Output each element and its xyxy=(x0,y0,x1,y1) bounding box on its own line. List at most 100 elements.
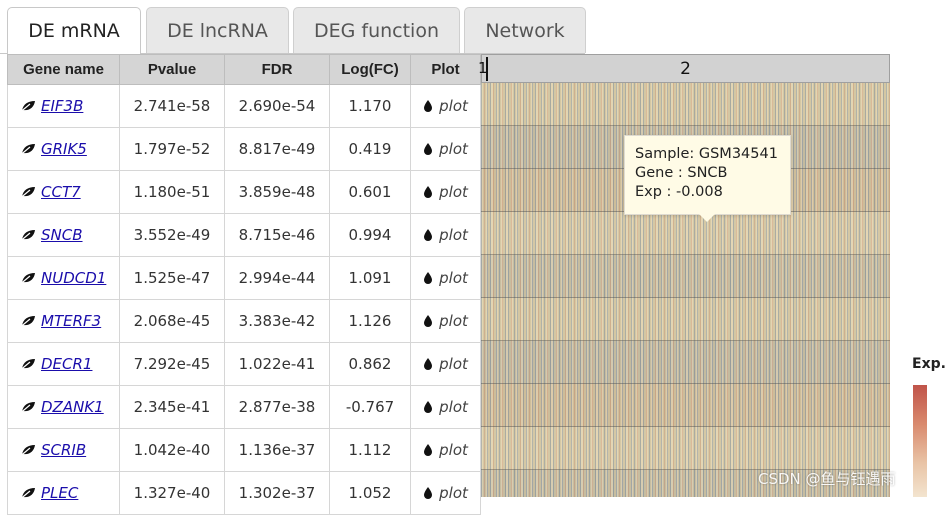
gene-cell: SNCB xyxy=(7,213,120,257)
gene-cell: NUDCD1 xyxy=(7,256,120,300)
droplet-icon xyxy=(423,313,433,327)
heatmap-row-band[interactable] xyxy=(481,384,890,427)
table-row: SCRIB 1.042e-40 1.136e-37 1.112 plot xyxy=(7,428,481,472)
heatmap-row-band[interactable] xyxy=(481,298,890,341)
leaf-icon xyxy=(20,485,36,499)
plot-cell[interactable]: plot xyxy=(410,170,481,214)
plot-cell[interactable]: plot xyxy=(410,256,481,300)
table-header-row: Gene name Pvalue FDR Log(FC) Plot xyxy=(7,54,481,85)
plot-cell[interactable]: plot xyxy=(410,471,481,515)
plot-cell[interactable]: plot xyxy=(410,127,481,171)
logfc-cell: 1.112 xyxy=(329,428,411,472)
logfc-cell: 1.170 xyxy=(329,84,411,128)
pvalue-cell: 2.068e-45 xyxy=(119,299,225,343)
plot-link[interactable]: plot xyxy=(439,355,468,373)
leaf-icon xyxy=(20,399,36,413)
fdr-cell: 2.690e-54 xyxy=(224,84,330,128)
plot-cell[interactable]: plot xyxy=(410,299,481,343)
gene-cell: CCT7 xyxy=(7,170,120,214)
gene-link[interactable]: SCRIB xyxy=(41,441,86,459)
droplet-icon xyxy=(423,356,433,370)
plot-cell[interactable]: plot xyxy=(410,213,481,257)
gene-link[interactable]: CCT7 xyxy=(41,183,81,201)
tooltip-sample: Sample: GSM34541 xyxy=(635,146,778,162)
pvalue-cell: 1.327e-40 xyxy=(119,471,225,515)
gene-cell: GRIK5 xyxy=(7,127,120,171)
tab-network[interactable]: Network xyxy=(464,7,586,53)
logfc-cell: 0.994 xyxy=(329,213,411,257)
tab-deg-function[interactable]: DEG function xyxy=(293,7,460,53)
pvalue-cell: 2.741e-58 xyxy=(119,84,225,128)
gene-cell: SCRIB xyxy=(7,428,120,472)
plot-link[interactable]: plot xyxy=(439,140,468,158)
de-mrna-table: Gene name Pvalue FDR Log(FC) Plot EIF3B 2… xyxy=(7,54,481,515)
plot-cell[interactable]: plot xyxy=(410,84,481,128)
header-fdr[interactable]: FDR xyxy=(224,54,330,85)
fdr-cell: 2.994e-44 xyxy=(224,256,330,300)
leaf-icon xyxy=(20,313,36,327)
plot-link[interactable]: plot xyxy=(439,183,468,201)
heatmap-row-band[interactable] xyxy=(481,83,890,126)
logfc-cell: 1.091 xyxy=(329,256,411,300)
gene-cell: PLEC xyxy=(7,471,120,515)
plot-cell[interactable]: plot xyxy=(410,428,481,472)
table-row: CCT7 1.180e-51 3.859e-48 0.601 plot xyxy=(7,170,481,214)
heatmap-row-band[interactable] xyxy=(481,427,890,470)
heatmap-tooltip: Sample: GSM34541 Gene : SNCB Exp : -0.00… xyxy=(624,135,791,222)
legend-title: Exp. xyxy=(912,356,946,372)
plot-link[interactable]: plot xyxy=(439,484,468,502)
tab-de-mrna[interactable]: DE mRNA xyxy=(7,7,141,54)
header-gene-name[interactable]: Gene name xyxy=(7,54,120,85)
logfc-cell: 1.052 xyxy=(329,471,411,515)
fdr-cell: 8.715e-46 xyxy=(224,213,330,257)
droplet-icon xyxy=(423,98,433,112)
pvalue-cell: 1.797e-52 xyxy=(119,127,225,171)
leaf-icon xyxy=(20,98,36,112)
gene-link[interactable]: DECR1 xyxy=(41,355,92,373)
heatmap-row-band[interactable] xyxy=(481,341,890,384)
gene-link[interactable]: DZANK1 xyxy=(41,398,104,416)
plot-link[interactable]: plot xyxy=(439,97,468,115)
heatmap-row-band[interactable] xyxy=(481,212,890,255)
gene-link[interactable]: SNCB xyxy=(41,226,83,244)
plot-link[interactable]: plot xyxy=(439,398,468,416)
plot-cell[interactable]: plot xyxy=(410,342,481,386)
tooltip-exp: Exp : -0.008 xyxy=(635,184,723,200)
heatmap-group-header: 1 2 xyxy=(478,54,890,83)
droplet-icon xyxy=(423,141,433,155)
plot-link[interactable]: plot xyxy=(439,312,468,330)
droplet-icon xyxy=(423,485,433,499)
leaf-icon xyxy=(20,141,36,155)
logfc-cell: 1.126 xyxy=(329,299,411,343)
gene-link[interactable]: MTERF3 xyxy=(41,312,101,330)
plot-link[interactable]: plot xyxy=(439,269,468,287)
pvalue-cell: 1.525e-47 xyxy=(119,256,225,300)
gene-link[interactable]: GRIK5 xyxy=(41,140,87,158)
pvalue-cell: 3.552e-49 xyxy=(119,213,225,257)
gene-link[interactable]: EIF3B xyxy=(41,97,83,115)
plot-cell[interactable]: plot xyxy=(410,385,481,429)
group-2-label[interactable]: 2 xyxy=(482,59,889,79)
gene-link[interactable]: NUDCD1 xyxy=(41,269,106,287)
pvalue-cell: 7.292e-45 xyxy=(119,342,225,386)
plot-link[interactable]: plot xyxy=(439,441,468,459)
expression-color-scale xyxy=(913,385,927,497)
leaf-icon xyxy=(20,442,36,456)
header-plot: Plot xyxy=(410,54,481,85)
tooltip-gene: Gene : SNCB xyxy=(635,165,728,181)
pvalue-cell: 1.042e-40 xyxy=(119,428,225,472)
droplet-icon xyxy=(423,184,433,198)
gene-cell: DECR1 xyxy=(7,342,120,386)
header-pvalue[interactable]: Pvalue xyxy=(119,54,225,85)
header-logfc[interactable]: Log(FC) xyxy=(329,54,411,85)
table-row: NUDCD1 1.525e-47 2.994e-44 1.091 plot xyxy=(7,256,481,300)
tab-de-lncrna[interactable]: DE lncRNA xyxy=(146,7,289,53)
leaf-icon xyxy=(20,356,36,370)
table-row: DZANK1 2.345e-41 2.877e-38 -0.767 plot xyxy=(7,385,481,429)
heatmap-row-band[interactable] xyxy=(481,255,890,298)
logfc-cell: 0.862 xyxy=(329,342,411,386)
plot-link[interactable]: plot xyxy=(439,226,468,244)
table-row: MTERF3 2.068e-45 3.383e-42 1.126 plot xyxy=(7,299,481,343)
gene-link[interactable]: PLEC xyxy=(41,484,78,502)
gene-cell: DZANK1 xyxy=(7,385,120,429)
